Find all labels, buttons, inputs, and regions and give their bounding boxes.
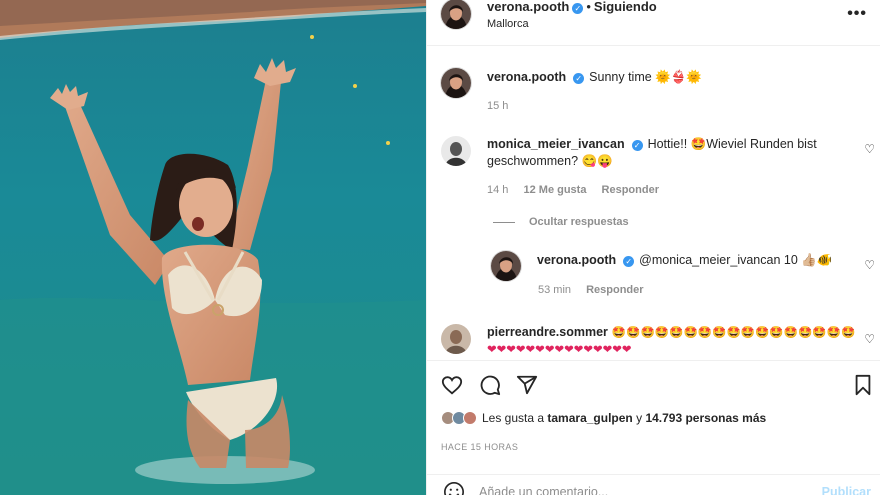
- liker-avatar: [463, 411, 477, 425]
- verified-badge-icon: ✓: [573, 73, 585, 84]
- commenter-avatar[interactable]: [441, 324, 471, 354]
- commenter-avatar[interactable]: [441, 136, 471, 166]
- reply-username[interactable]: verona.pooth: [537, 253, 616, 267]
- caption-time[interactable]: 15 h: [487, 100, 508, 112]
- likes-prefix: Les gusta a: [482, 411, 545, 425]
- reply-time[interactable]: 53 min: [538, 284, 571, 296]
- likes-summary[interactable]: Les gusta a tamara_gulpen y 14.793 perso…: [441, 411, 766, 425]
- likes-count[interactable]: 14.793 personas más: [645, 411, 766, 425]
- caption-meta: 15 h: [487, 100, 520, 112]
- post-photo[interactable]: [0, 0, 426, 495]
- reply-text-line: verona.pooth ✓ @monica_meier_ivancan 10 👍🏼…: [537, 252, 857, 269]
- verified-badge-icon: ✓: [572, 3, 584, 14]
- commenter-avatar-image: [441, 136, 471, 166]
- header-separator: •: [586, 0, 591, 14]
- likes-middle: y: [636, 411, 643, 425]
- comment-likes[interactable]: 12 Me gusta: [523, 184, 586, 196]
- like-comment-heart-icon[interactable]: ♡: [864, 332, 875, 346]
- comment-bubble-icon[interactable]: [479, 374, 501, 396]
- caption-avatar-image: [441, 68, 471, 98]
- hide-replies-button[interactable]: Ocultar respuestas: [493, 216, 629, 228]
- author-avatar-image: [441, 0, 471, 29]
- post-actions: Les gusta a tamara_gulpen y 14.793 perso…: [427, 360, 880, 495]
- comment-username[interactable]: pierreandre.sommer: [487, 325, 608, 339]
- follow-status-button[interactable]: Siguiendo: [594, 0, 657, 14]
- post-location[interactable]: Mallorca: [487, 18, 529, 30]
- verified-badge-icon: ✓: [631, 140, 643, 151]
- like-comment-heart-icon[interactable]: ♡: [864, 142, 875, 156]
- author-avatar[interactable]: [441, 0, 471, 29]
- reply-avatar[interactable]: [491, 251, 521, 281]
- caption-text-line: verona.pooth ✓ Sunny time 🌞👙🌞: [487, 69, 867, 86]
- reply-text: @monica_meier_ivancan 10 👍🏼🐠: [639, 253, 833, 267]
- hide-replies-label: Ocultar respuestas: [529, 216, 629, 228]
- verified-badge-icon: ✓: [623, 256, 635, 267]
- reply-meta: 53 min Responder: [538, 284, 656, 296]
- comment-text-block: pierreandre.sommer 🤩🤩🤩🤩🤩🤩🤩🤩🤩🤩🤩🤩🤩🤩🤩🤩🤩❤❤❤❤❤…: [487, 324, 857, 358]
- share-paper-plane-icon[interactable]: [516, 374, 538, 396]
- caption-username[interactable]: verona.pooth: [487, 70, 566, 84]
- header-user-line: verona.pooth ✓ • Siguiendo: [487, 0, 657, 14]
- emoji-smile-icon[interactable]: [443, 481, 465, 495]
- comment-text-block: monica_meier_ivancan ✓ Hottie!! 🤩Wieviel R…: [487, 136, 852, 170]
- likes-user[interactable]: tamara_gulpen: [547, 411, 632, 425]
- comment-username[interactable]: monica_meier_ivancan: [487, 137, 625, 151]
- add-comment-bar: Añade un comentario... Publicar: [427, 474, 880, 495]
- like-heart-icon[interactable]: [441, 374, 463, 396]
- comment-time[interactable]: 14 h: [487, 184, 508, 196]
- publish-button[interactable]: Publicar: [822, 485, 871, 495]
- reply-button[interactable]: Responder: [602, 184, 659, 196]
- post-header: verona.pooth ✓ • Siguiendo Mallorca •••: [427, 0, 880, 46]
- reply-button[interactable]: Responder: [586, 284, 643, 296]
- author-username[interactable]: verona.pooth: [487, 0, 569, 14]
- caption-avatar[interactable]: [441, 68, 471, 98]
- reply-avatar-image: [491, 251, 521, 281]
- post-time-ago[interactable]: HACE 15 HORAS: [441, 442, 518, 452]
- like-comment-heart-icon[interactable]: ♡: [864, 258, 875, 272]
- more-options-icon[interactable]: •••: [847, 5, 867, 23]
- save-bookmark-icon[interactable]: [852, 374, 874, 396]
- post-details-panel: verona.pooth ✓ • Siguiendo Mallorca ••• ver…: [426, 0, 880, 495]
- hide-replies-line: [493, 221, 515, 223]
- caption-text: Sunny time 🌞👙🌞: [589, 70, 702, 84]
- comment-meta: 14 h 12 Me gusta Responder: [487, 184, 671, 196]
- comment-input[interactable]: Añade un comentario...: [479, 485, 608, 495]
- photo-illustration: [0, 0, 426, 495]
- commenter-avatar-image: [441, 324, 471, 354]
